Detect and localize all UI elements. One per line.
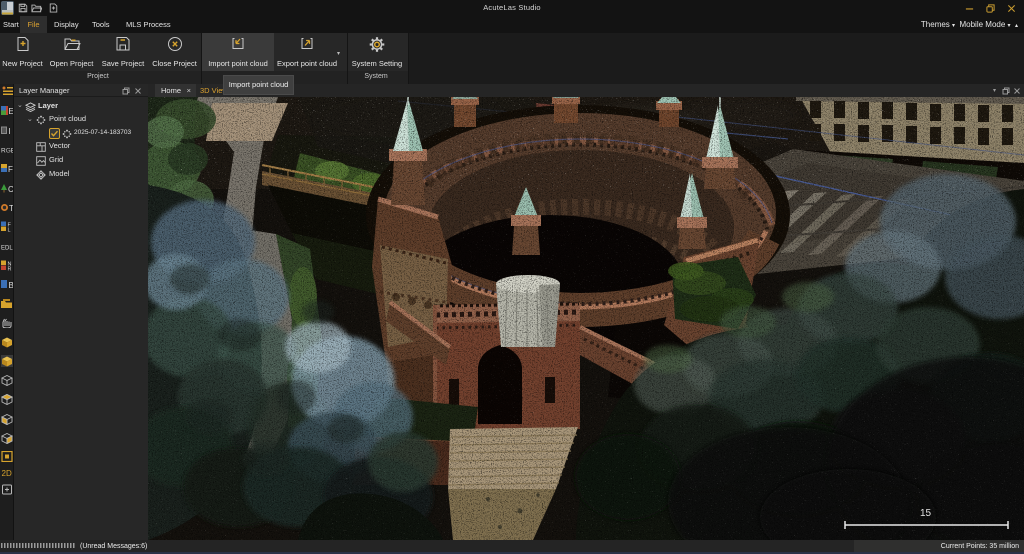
svg-text:R: R: [8, 266, 12, 271]
svg-text:EDL: EDL: [1, 245, 13, 251]
svg-text:RGB: RGB: [1, 147, 13, 154]
svg-text:L: L: [8, 227, 11, 232]
svg-text:F: F: [8, 165, 13, 174]
svg-text:I: I: [9, 127, 11, 136]
svg-text:T: T: [9, 204, 13, 213]
svg-text:15: 15: [920, 508, 932, 519]
svg-text:2D: 2D: [2, 469, 12, 478]
svg-text:E: E: [9, 107, 14, 116]
svg-text:C: C: [8, 185, 13, 194]
svg-text:B: B: [9, 281, 14, 290]
